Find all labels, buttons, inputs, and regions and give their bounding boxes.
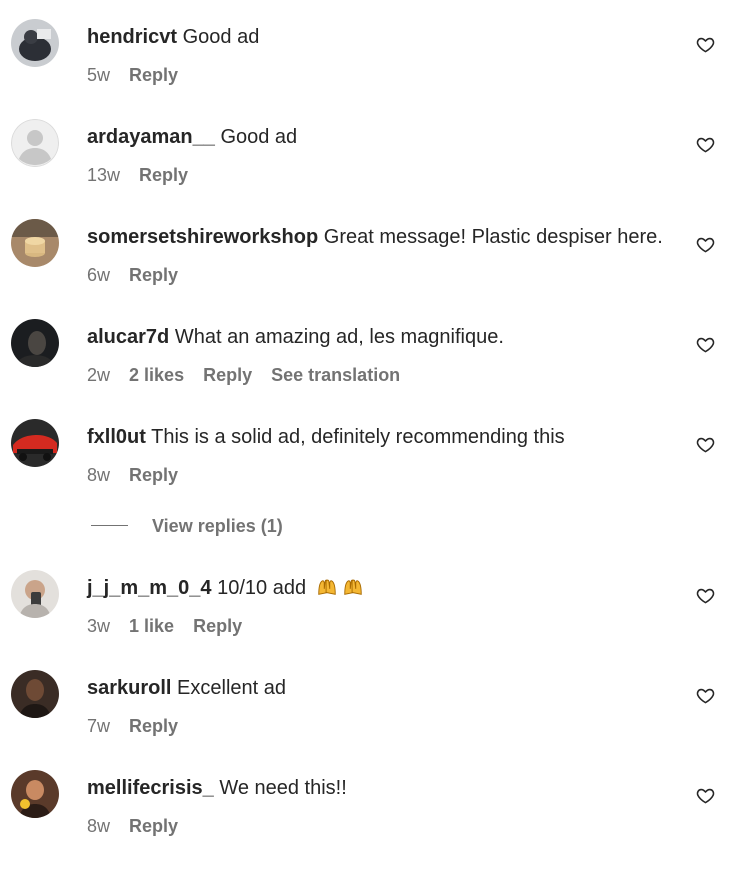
- comment-time: 7w: [87, 716, 111, 736]
- comment-time: 13w: [87, 165, 121, 185]
- heart-icon[interactable]: [696, 686, 715, 705]
- comment-text: Excellent ad: [177, 677, 287, 699]
- comment-username[interactable]: somersetshireworkshop: [87, 226, 318, 248]
- reply-button[interactable]: Reply: [129, 716, 178, 736]
- reply-button[interactable]: Reply: [129, 816, 178, 836]
- comment-username[interactable]: fxll0ut: [87, 426, 146, 448]
- comment-time: 2w: [87, 365, 111, 385]
- comment-meta: 3w 1 like Reply: [87, 614, 256, 638]
- heart-icon[interactable]: [696, 435, 715, 454]
- comment-line: hendricvt Good ad: [87, 23, 259, 51]
- avatar[interactable]: [11, 770, 59, 818]
- comment-username[interactable]: hendricvt: [87, 26, 177, 48]
- likes-count[interactable]: 1 like: [129, 616, 174, 636]
- likes-count[interactable]: 2 likes: [129, 365, 184, 385]
- replies-divider: [91, 524, 128, 526]
- comment-meta: 6w Reply: [87, 263, 192, 287]
- comment-line: fxll0ut This is a solid ad, definitely r…: [87, 423, 565, 451]
- comment-line: mellifecrisis_ We need this!!: [87, 774, 347, 802]
- reply-button[interactable]: Reply: [129, 265, 178, 285]
- comment-item: somersetshireworkshop Great message! Pla…: [0, 219, 730, 319]
- raising-hands-emoji-icon: [317, 579, 336, 595]
- comment-text: Great message! Plastic despiser here.: [323, 226, 663, 248]
- avatar[interactable]: [11, 219, 59, 267]
- comment-meta: 8w Reply: [87, 463, 192, 487]
- comment-line: ardayaman__ Good ad: [87, 123, 297, 151]
- comment-text: What an amazing ad, les magnifique.: [174, 326, 504, 348]
- comment-time: 6w: [87, 265, 111, 285]
- comment-text: This is a solid ad, definitely recommend…: [151, 426, 565, 448]
- avatar[interactable]: [11, 670, 59, 718]
- avatar[interactable]: [11, 119, 59, 167]
- reply-button[interactable]: Reply: [203, 365, 252, 385]
- comment-meta: 13w Reply: [87, 163, 202, 187]
- see-translation-button[interactable]: See translation: [271, 365, 400, 385]
- comment-item: ardayaman__ Good ad 13w Reply: [0, 119, 730, 219]
- comment-item: sarkuroll Excellent ad 7w Reply: [0, 670, 730, 770]
- comment-line: j_j_m_m_0_4 10/10 add: [87, 574, 364, 602]
- heart-icon[interactable]: [696, 135, 715, 154]
- heart-icon[interactable]: [696, 586, 715, 605]
- comment-line: sarkuroll Excellent ad: [87, 674, 286, 702]
- comment-item: alucar7d What an amazing ad, les magnifi…: [0, 319, 730, 419]
- reply-button[interactable]: Reply: [129, 65, 178, 85]
- comment-item: mellifecrisis_ We need this!! 8w Reply: [0, 770, 730, 870]
- heart-icon[interactable]: [696, 235, 715, 254]
- comment-time: 8w: [87, 465, 111, 485]
- comment-username[interactable]: sarkuroll: [87, 677, 171, 699]
- comment-text: 10/10 add: [217, 577, 307, 599]
- comment-meta: 2w 2 likes Reply See translation: [87, 363, 414, 387]
- reply-button[interactable]: Reply: [139, 165, 188, 185]
- comment-username[interactable]: ardayaman__: [87, 126, 215, 148]
- comment-text: Good ad: [220, 126, 298, 148]
- avatar[interactable]: [11, 570, 59, 618]
- view-replies-label: View replies (1): [152, 516, 283, 536]
- reply-button[interactable]: Reply: [193, 616, 242, 636]
- avatar[interactable]: [11, 19, 59, 67]
- comment-item: j_j_m_m_0_4 10/10 add 3w 1 like Reply: [0, 570, 730, 670]
- view-replies-button[interactable]: View replies (1): [91, 514, 283, 538]
- reply-button[interactable]: Reply: [129, 465, 178, 485]
- comment-item: fxll0ut This is a solid ad, definitely r…: [0, 419, 730, 519]
- comment-text: Good ad: [182, 26, 260, 48]
- heart-icon[interactable]: [696, 335, 715, 354]
- comment-username[interactable]: alucar7d: [87, 326, 169, 348]
- comment-meta: 7w Reply: [87, 714, 192, 738]
- comment-time: 5w: [87, 65, 111, 85]
- avatar[interactable]: [11, 419, 59, 467]
- comment-line: alucar7d What an amazing ad, les magnifi…: [87, 323, 504, 351]
- comment-meta: 5w Reply: [87, 63, 192, 87]
- raising-hands-emoji-icon: [343, 579, 362, 595]
- comment-text: We need this!!: [219, 777, 347, 799]
- heart-icon[interactable]: [696, 35, 715, 54]
- avatar[interactable]: [11, 319, 59, 367]
- comment-meta: 8w Reply: [87, 814, 192, 838]
- comment-username[interactable]: j_j_m_m_0_4: [87, 577, 212, 599]
- comment-time: 3w: [87, 616, 111, 636]
- comment-line: somersetshireworkshop Great message! Pla…: [87, 223, 663, 251]
- comment-username[interactable]: mellifecrisis_: [87, 777, 214, 799]
- comment-time: 8w: [87, 816, 111, 836]
- heart-icon[interactable]: [696, 786, 715, 805]
- comment-item: hendricvt Good ad 5w Reply: [0, 19, 730, 119]
